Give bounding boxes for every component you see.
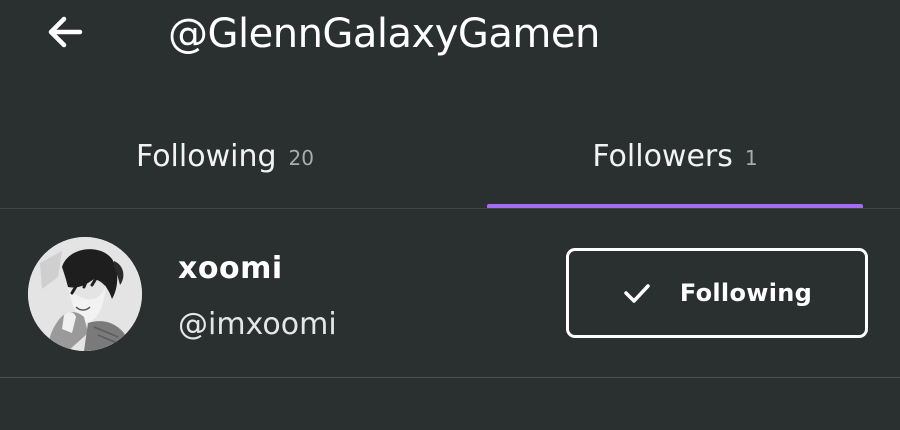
tab-following-label: Following [136, 138, 277, 174]
avatar[interactable] [28, 237, 142, 351]
divider [0, 377, 900, 378]
user-handle: @imxoomi [178, 307, 337, 342]
tab-following-count: 20 [288, 146, 314, 170]
tab-bar: Following 20 Followers 1 [0, 106, 900, 210]
tab-following[interactable]: Following 20 [0, 106, 450, 206]
tab-followers[interactable]: Followers 1 [487, 106, 863, 206]
app-header: @GlennGalaxyGamen [0, 0, 900, 80]
tab-followers-label: Followers [592, 138, 733, 174]
user-display-name: xoomi [178, 251, 283, 286]
page-title: @GlennGalaxyGamen [168, 11, 600, 57]
following-button[interactable]: Following [566, 248, 868, 338]
arrow-left-icon [44, 10, 88, 58]
followers-screen: @GlennGalaxyGamen Following 20 Followers… [0, 0, 900, 430]
list-item[interactable]: xoomi @imxoomi Following [0, 209, 900, 377]
tab-followers-count: 1 [744, 146, 758, 170]
back-button[interactable] [40, 8, 92, 60]
checkmark-icon [622, 278, 652, 308]
following-button-label: Following [679, 279, 813, 307]
